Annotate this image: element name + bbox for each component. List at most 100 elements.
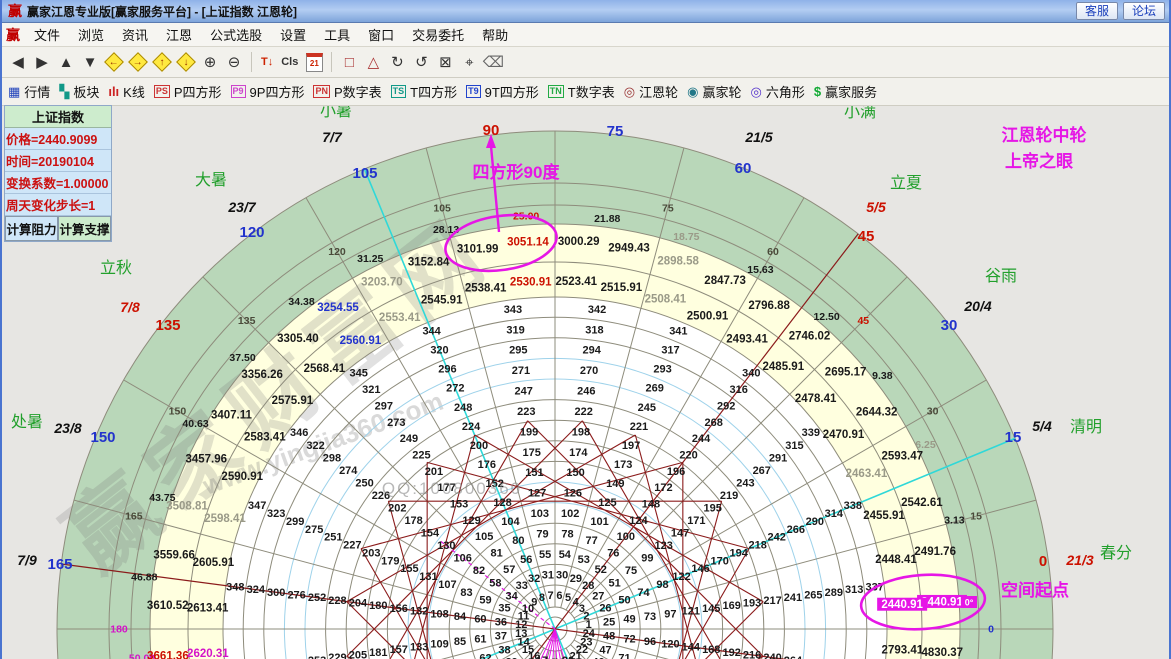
menu-item-2[interactable]: 资讯 <box>113 23 157 46</box>
svg-text:60: 60 <box>767 246 779 258</box>
tab-kline[interactable]: ılı K线 <box>108 82 145 101</box>
tab-p-table-icon: PN <box>313 85 330 98</box>
scale-down-icon[interactable]: ▼ <box>78 50 102 74</box>
triangle-tool-icon[interactable]: △ <box>361 50 385 74</box>
svg-text:78: 78 <box>561 529 573 541</box>
tab-9p-square[interactable]: P99P四方形 <box>231 82 305 101</box>
svg-text:294: 294 <box>583 345 602 357</box>
zoom-in-icon[interactable]: ⊕ <box>198 50 222 74</box>
tab-winner-service-icon: $ <box>814 85 821 98</box>
svg-text:2523.41: 2523.41 <box>555 276 597 288</box>
svg-text:34.38: 34.38 <box>288 296 314 308</box>
svg-text:201: 201 <box>425 466 443 478</box>
svg-text:194: 194 <box>729 547 748 559</box>
svg-text:179: 179 <box>381 555 399 567</box>
titlebar-button-support[interactable]: 客服 <box>1076 2 1118 20</box>
svg-text:131: 131 <box>419 571 437 583</box>
shift-up-icon[interactable]: ↑ <box>150 50 174 74</box>
app-logo-icon: 赢 <box>8 1 22 21</box>
svg-text:2485.91: 2485.91 <box>763 361 805 373</box>
svg-text:165: 165 <box>47 556 72 573</box>
panel-button-support[interactable]: 计算支撑 <box>58 216 111 241</box>
tab-p-square[interactable]: PSP四方形 <box>154 82 222 101</box>
tab-hexagon[interactable]: ◎六角形 <box>750 82 804 101</box>
svg-text:345: 345 <box>350 368 368 380</box>
svg-text:45: 45 <box>857 315 869 327</box>
region-select-icon[interactable]: ⊠ <box>433 50 457 74</box>
center-target-icon[interactable]: ⌖ <box>457 50 481 74</box>
svg-text:72: 72 <box>623 633 635 645</box>
menu-item-4[interactable]: 公式选股 <box>201 23 271 46</box>
svg-text:321: 321 <box>362 384 380 396</box>
svg-text:219: 219 <box>720 490 738 502</box>
pan-right-icon[interactable]: ▶ <box>30 50 54 74</box>
svg-text:275: 275 <box>305 524 323 536</box>
rotate-ccw-icon[interactable]: ↺ <box>409 50 433 74</box>
svg-text:135: 135 <box>238 315 256 327</box>
svg-text:82: 82 <box>473 565 485 577</box>
svg-text:198: 198 <box>572 426 590 438</box>
tab-gann-wheel-label: 江恩轮 <box>639 82 678 101</box>
titlebar-button-forum[interactable]: 论坛 <box>1123 2 1165 20</box>
svg-text:193: 193 <box>743 598 761 610</box>
menu-item-5[interactable]: 设置 <box>271 23 315 46</box>
eraser-icon[interactable]: ⌫ <box>481 50 505 74</box>
svg-text:76: 76 <box>607 547 619 559</box>
svg-text:15: 15 <box>1005 429 1022 446</box>
svg-text:120: 120 <box>661 639 679 651</box>
svg-text:58: 58 <box>489 578 501 590</box>
shift-down-icon[interactable]: ↓ <box>174 50 198 74</box>
svg-text:2491.76: 2491.76 <box>914 546 956 558</box>
svg-text:97: 97 <box>664 608 676 620</box>
svg-text:2847.73: 2847.73 <box>704 275 746 287</box>
svg-text:126: 126 <box>564 488 582 500</box>
svg-text:132: 132 <box>410 606 428 618</box>
scale-up-icon[interactable]: ▲ <box>54 50 78 74</box>
tab-kline-label: K线 <box>123 82 145 101</box>
tab-9t-square[interactable]: T99T四方形 <box>466 82 539 101</box>
tab-p-square-label: P四方形 <box>174 82 222 101</box>
svg-text:223: 223 <box>517 406 535 418</box>
svg-text:2590.91: 2590.91 <box>221 471 263 483</box>
tab-t-table[interactable]: TNT数字表 <box>548 82 615 101</box>
svg-text:96: 96 <box>644 636 656 648</box>
svg-text:2695.17: 2695.17 <box>825 366 867 378</box>
tab-quotes[interactable]: ▦行情 <box>8 82 50 101</box>
panel-button-resistance[interactable]: 计算阻力 <box>5 216 58 241</box>
svg-text:297: 297 <box>375 400 393 412</box>
svg-text:2613.41: 2613.41 <box>187 602 229 614</box>
tab-gann-wheel-icon: ◎ <box>624 85 635 98</box>
tab-kline-icon: ılı <box>108 85 119 98</box>
tab-winner-service[interactable]: $赢家服务 <box>814 82 877 101</box>
cls-button[interactable]: Cls <box>277 50 302 74</box>
menu-item-0[interactable]: 文件 <box>25 23 69 46</box>
svg-text:谷雨: 谷雨 <box>985 267 1017 285</box>
tab-sectors[interactable]: ▚板块 <box>59 82 99 101</box>
tab-t-square[interactable]: TST四方形 <box>391 82 457 101</box>
menu-item-8[interactable]: 交易委托 <box>403 23 473 46</box>
time-scale-icon[interactable]: T↓ <box>257 50 277 74</box>
shift-right-icon[interactable]: → <box>126 50 150 74</box>
menu-item-9[interactable]: 帮助 <box>473 23 517 46</box>
zoom-out-icon[interactable]: ⊖ <box>222 50 246 74</box>
calendar-icon[interactable]: 21 <box>302 50 326 74</box>
square-tool-icon[interactable]: □ <box>337 50 361 74</box>
svg-text:32: 32 <box>528 573 540 585</box>
menu-item-1[interactable]: 浏览 <box>69 23 113 46</box>
svg-text:324: 324 <box>247 584 266 596</box>
svg-text:2583.41: 2583.41 <box>244 431 286 443</box>
shift-left-icon[interactable]: ← <box>102 50 126 74</box>
svg-text:60: 60 <box>735 160 752 177</box>
svg-text:268: 268 <box>704 417 722 429</box>
svg-text:174: 174 <box>569 447 588 459</box>
tab-winner-wheel[interactable]: ◉赢家轮 <box>687 82 741 101</box>
tab-gann-wheel[interactable]: ◎ 江恩轮 <box>624 82 678 101</box>
menu-item-7[interactable]: 窗口 <box>359 23 403 46</box>
svg-text:75: 75 <box>607 123 624 140</box>
svg-text:347: 347 <box>248 500 266 512</box>
tab-p-table[interactable]: PNP数字表 <box>313 82 381 101</box>
rotate-cw-icon[interactable]: ↻ <box>385 50 409 74</box>
menu-item-6[interactable]: 工具 <box>315 23 359 46</box>
pan-left-icon[interactable]: ◀ <box>6 50 30 74</box>
menu-item-3[interactable]: 江恩 <box>157 23 201 46</box>
